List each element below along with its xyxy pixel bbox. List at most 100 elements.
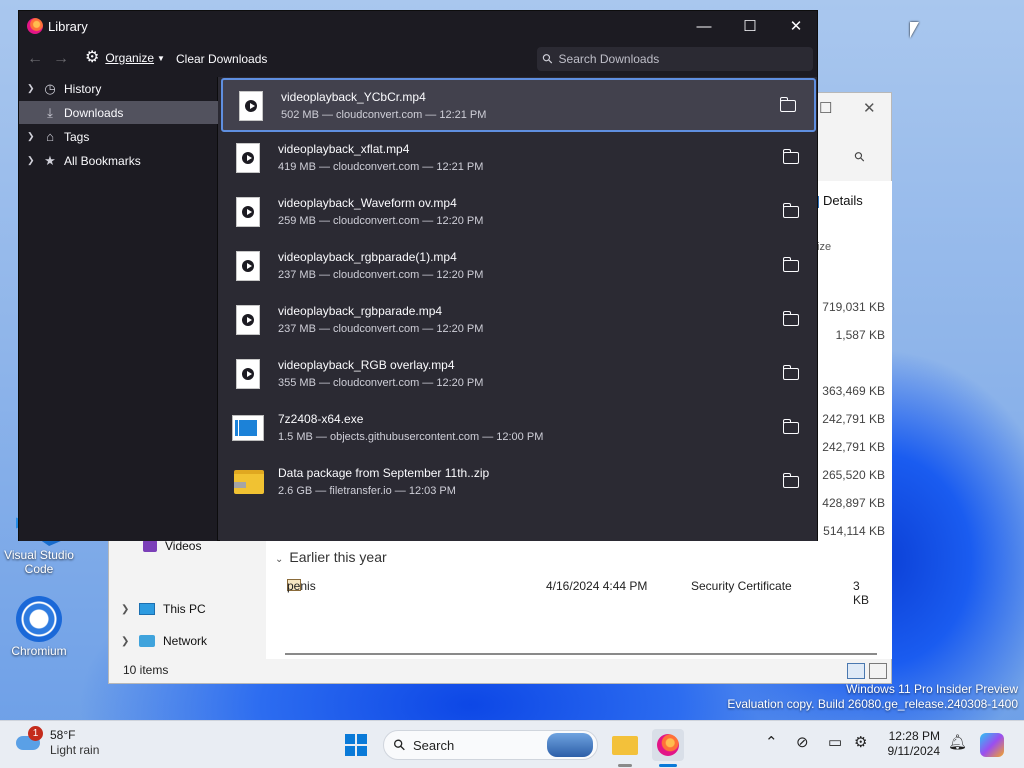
- details-view-button[interactable]: [847, 663, 865, 679]
- download-name: videoplayback_YCbCr.mp4: [281, 90, 426, 104]
- copilot-icon[interactable]: [980, 733, 1004, 757]
- tiles-view-button[interactable]: [869, 663, 887, 679]
- show-in-folder-icon[interactable]: [782, 365, 799, 380]
- weather-widget[interactable]: 1 58°F Light rain: [16, 726, 99, 758]
- zip-folder-icon: [234, 470, 264, 494]
- download-item[interactable]: videoplayback_YCbCr.mp4 502 MB — cloudco…: [221, 78, 816, 132]
- sidebar-item-label: All Bookmarks: [64, 153, 141, 168]
- system-clock[interactable]: 12:28 PM 9/11/2024: [888, 729, 941, 759]
- download-item[interactable]: videoplayback_Waveform ov.mp4 259 MB — c…: [220, 186, 817, 240]
- chevron-right-icon[interactable]: ❯: [27, 83, 37, 94]
- desktop-icon-chromium[interactable]: Chromium: [2, 596, 76, 658]
- explorer-maximize-button[interactable]: ☐: [819, 99, 832, 117]
- firefox-taskbar-icon[interactable]: [652, 729, 684, 761]
- video-file-icon: [236, 197, 260, 227]
- size-cell: 265,520 KB: [822, 468, 885, 482]
- download-item[interactable]: videoplayback_RGB overlay.mp4 355 MB — c…: [220, 348, 817, 402]
- sidebar-item-history[interactable]: ❯ ◷ History: [19, 77, 218, 100]
- show-in-folder-icon[interactable]: [782, 311, 799, 326]
- library-titlebar[interactable]: Library — ☐ ✕: [19, 11, 817, 42]
- chevron-right-icon[interactable]: ❯: [121, 636, 131, 647]
- chevron-up-icon[interactable]: ⌃: [765, 733, 778, 751]
- taskbar-search-label: Search: [413, 737, 455, 753]
- library-window: Library — ☐ ✕ ← → ⚙ Organize ▼ Clear Dow…: [18, 10, 818, 541]
- back-arrow-icon[interactable]: ←: [27, 50, 43, 68]
- clock-time: 12:28 PM: [888, 729, 940, 743]
- search-highlight-image: [547, 733, 593, 757]
- chevron-right-icon[interactable]: ❯: [121, 604, 131, 615]
- download-meta: 355 MB — cloudconvert.com — 12:20 PM: [278, 377, 484, 389]
- notification-bell-icon[interactable]: 🔔︎: [948, 733, 967, 751]
- forward-arrow-icon[interactable]: →: [53, 50, 69, 68]
- clear-downloads-button[interactable]: Clear Downloads: [176, 52, 267, 66]
- chevron-right-icon[interactable]: ❯: [27, 131, 37, 142]
- search-downloads-input[interactable]: [558, 52, 799, 66]
- maximize-button[interactable]: ☐: [727, 11, 773, 42]
- show-in-folder-icon[interactable]: [782, 419, 799, 434]
- desktop-icon-label: Chromium: [11, 644, 67, 658]
- display-icon[interactable]: ▭: [828, 733, 842, 751]
- nav-item-this-pc[interactable]: ❯ This PC: [121, 602, 206, 616]
- chevron-right-icon[interactable]: ❯: [27, 155, 37, 166]
- nav-item-videos[interactable]: Videos: [143, 539, 201, 553]
- size-cell: 1,587 KB: [835, 328, 885, 342]
- show-in-folder-icon[interactable]: [782, 203, 799, 218]
- download-item[interactable]: videoplayback_rgbparade(1).mp4 237 MB — …: [220, 240, 817, 294]
- group-label: Earlier this year: [289, 549, 387, 565]
- minimize-button[interactable]: —: [681, 11, 727, 42]
- status-item-count: 10 items: [123, 663, 169, 677]
- desktop-icon-label: Visual Studio Code: [4, 548, 74, 576]
- windows-logo-icon: [345, 734, 355, 744]
- sidebar-item-tags[interactable]: ❯ ⌂ Tags: [19, 125, 218, 148]
- library-sidebar: ❯ ◷ History ⤓ Downloads ❯ ⌂ Tags ❯ ★ All…: [19, 77, 218, 541]
- download-name: videoplayback_xflat.mp4: [278, 142, 410, 156]
- start-button[interactable]: [345, 734, 367, 756]
- close-button[interactable]: ✕: [773, 11, 819, 42]
- search-downloads-box[interactable]: ⚲: [537, 47, 813, 71]
- nav-item-network[interactable]: ❯ Network: [121, 634, 207, 648]
- download-item[interactable]: Data package from September 11th..zip 2.…: [220, 456, 817, 510]
- download-meta: 237 MB — cloudconvert.com — 12:20 PM: [278, 323, 484, 335]
- size-column-header[interactable]: ize: [817, 241, 831, 253]
- nav-item-label: Network: [163, 634, 208, 648]
- download-item[interactable]: videoplayback_xflat.mp4 419 MB — cloudco…: [220, 132, 817, 186]
- settings-sync-icon[interactable]: ⚙: [854, 733, 867, 751]
- search-icon: ⚲: [389, 735, 410, 756]
- show-in-folder-icon[interactable]: [782, 149, 799, 164]
- file-date: 4/16/2024 4:44 PM: [546, 579, 648, 593]
- sidebar-item-downloads[interactable]: ⤓ Downloads: [19, 101, 218, 124]
- download-meta: 502 MB — cloudconvert.com — 12:21 PM: [281, 109, 487, 121]
- details-label: Details: [823, 193, 863, 208]
- download-item[interactable]: videoplayback_rgbparade.mp4 237 MB — clo…: [220, 294, 817, 348]
- clock-icon: ◷: [44, 80, 56, 96]
- group-header[interactable]: ⌄ Earlier this year: [275, 549, 387, 565]
- size-cell: 514,114 KB: [823, 524, 885, 538]
- explorer-close-button[interactable]: ✕: [863, 99, 876, 117]
- horizontal-scrollbar[interactable]: [285, 653, 877, 655]
- windows-watermark: Windows 11 Pro Insider Preview Evaluatio…: [727, 682, 1018, 712]
- video-file-icon: [236, 305, 260, 335]
- file-explorer-taskbar-icon[interactable]: [609, 729, 641, 761]
- download-item[interactable]: 7z2408-x64.exe 1.5 MB — objects.githubus…: [220, 402, 817, 456]
- show-in-folder-icon[interactable]: [779, 97, 796, 112]
- show-in-folder-icon[interactable]: [782, 257, 799, 272]
- nav-item-label: This PC: [163, 602, 206, 616]
- sidebar-item-label: History: [64, 81, 102, 96]
- explorer-window-controls: ☐ ✕: [811, 93, 891, 123]
- notification-badge: 1: [28, 726, 43, 741]
- size-cell: 428,897 KB: [822, 496, 885, 510]
- taskbar-search[interactable]: ⚲ Search: [383, 730, 598, 760]
- explorer-search-icon[interactable]: ⚲: [851, 148, 869, 166]
- organize-menu-button[interactable]: ⚙ Organize ▼: [85, 50, 165, 66]
- download-meta: 259 MB — cloudconvert.com — 12:20 PM: [278, 215, 484, 227]
- gear-icon: ⚙: [85, 49, 100, 66]
- download-icon: ⤓: [47, 104, 53, 120]
- weather-icon: 1: [16, 726, 43, 750]
- star-icon: ★: [44, 152, 56, 168]
- download-name: videoplayback_RGB overlay.mp4: [278, 358, 455, 372]
- search-icon: ⚲: [538, 49, 557, 68]
- chevron-down-icon[interactable]: ⌄: [275, 554, 283, 565]
- sidebar-item-all-bookmarks[interactable]: ❯ ★ All Bookmarks: [19, 149, 218, 172]
- show-in-folder-icon[interactable]: [782, 473, 799, 488]
- network-disconnected-icon[interactable]: ⊘: [796, 733, 809, 751]
